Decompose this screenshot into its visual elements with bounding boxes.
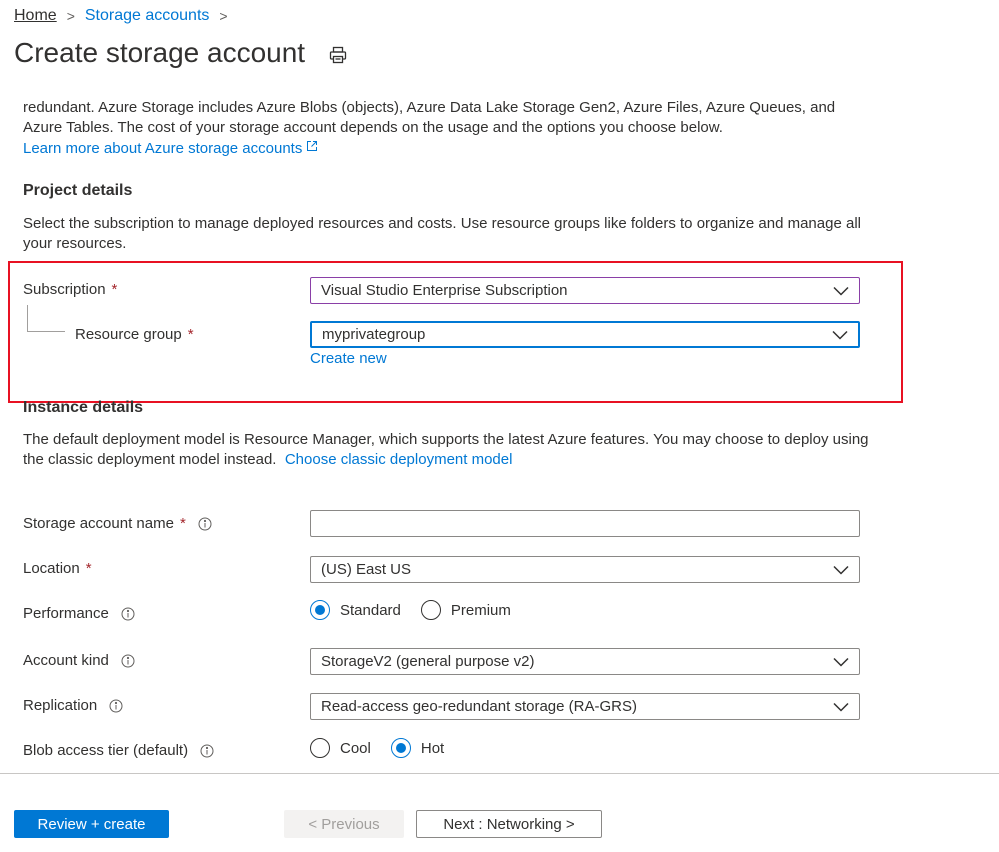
- chevron-down-icon: [833, 565, 849, 575]
- classic-deployment-link[interactable]: Choose classic deployment model: [285, 451, 513, 468]
- storage-name-input[interactable]: [310, 510, 860, 537]
- external-link-icon: [306, 138, 318, 151]
- subscription-label: Subscription *: [23, 281, 117, 298]
- breadcrumb-home-link[interactable]: Home: [14, 7, 57, 25]
- learn-more-label: Learn more about Azure storage accounts: [23, 140, 303, 157]
- info-icon[interactable]: [200, 744, 214, 758]
- required-asterisk: *: [85, 560, 92, 577]
- performance-radio-group: Standard Premium: [310, 600, 511, 620]
- review-create-button[interactable]: Review + create: [14, 810, 169, 838]
- info-icon[interactable]: [121, 654, 135, 668]
- chevron-down-icon: [832, 330, 848, 340]
- required-asterisk: *: [187, 326, 194, 343]
- previous-button[interactable]: < Previous: [284, 810, 404, 838]
- location-value: (US) East US: [321, 561, 412, 578]
- storage-name-label-text: Storage account name: [23, 515, 174, 532]
- access-tier-hot-option[interactable]: Hot: [390, 738, 445, 758]
- resource-group-dropdown[interactable]: myprivategroup: [310, 321, 860, 348]
- account-kind-label: Account kind: [23, 652, 135, 669]
- radio-checked[interactable]: [390, 738, 411, 758]
- learn-more-link[interactable]: Learn more about Azure storage accounts: [23, 140, 318, 157]
- resource-group-value: myprivategroup: [322, 326, 426, 343]
- required-asterisk: *: [111, 281, 118, 298]
- account-kind-dropdown[interactable]: StorageV2 (general purpose v2): [310, 648, 860, 675]
- replication-label: Replication: [23, 697, 123, 714]
- access-tier-label: Blob access tier (default): [23, 742, 214, 759]
- chevron-down-icon: [833, 286, 849, 296]
- location-label: Location *: [23, 560, 92, 577]
- intro-paragraph: redundant. Azure Storage includes Azure …: [23, 99, 836, 136]
- tree-connector: [27, 305, 65, 332]
- radio-unchecked[interactable]: [310, 738, 330, 758]
- instance-details-heading: Instance details: [23, 399, 144, 416]
- print-icon[interactable]: [329, 46, 347, 64]
- resource-group-label-text: Resource group: [75, 326, 182, 343]
- breadcrumb-chevron-icon: >: [66, 8, 75, 24]
- info-icon[interactable]: [198, 517, 212, 531]
- project-details-description: Select the subscription to manage deploy…: [23, 215, 861, 252]
- account-kind-value: StorageV2 (general purpose v2): [321, 653, 535, 670]
- account-kind-label-text: Account kind: [23, 652, 109, 669]
- subscription-value: Visual Studio Enterprise Subscription: [321, 282, 568, 299]
- intro-text: redundant. Azure Storage includes Azure …: [23, 98, 873, 159]
- subscription-label-text: Subscription: [23, 281, 106, 298]
- performance-label-text: Performance: [23, 605, 109, 622]
- location-label-text: Location: [23, 560, 80, 577]
- performance-premium-label: Premium: [450, 601, 511, 619]
- info-icon[interactable]: [121, 607, 135, 621]
- page-title: Create storage account: [14, 37, 306, 68]
- breadcrumb-chevron-icon: >: [219, 8, 228, 24]
- create-new-link[interactable]: Create new: [310, 350, 387, 367]
- instance-details-description: The default deployment model is Resource…: [23, 430, 873, 470]
- performance-label: Performance: [23, 605, 135, 622]
- breadcrumb: Home > Storage accounts >: [14, 7, 228, 25]
- location-dropdown[interactable]: (US) East US: [310, 556, 860, 583]
- resource-group-label: Resource group *: [75, 326, 194, 343]
- storage-name-label: Storage account name *: [23, 515, 212, 532]
- footer-divider: [0, 773, 999, 774]
- access-tier-label-text: Blob access tier (default): [23, 742, 189, 759]
- performance-standard-option[interactable]: Standard: [310, 600, 401, 620]
- replication-label-text: Replication: [23, 697, 98, 714]
- project-details-heading: Project details: [23, 182, 133, 199]
- access-tier-cool-label: Cool: [340, 739, 371, 757]
- subscription-dropdown[interactable]: Visual Studio Enterprise Subscription: [310, 277, 860, 304]
- replication-dropdown[interactable]: Read-access geo-redundant storage (RA-GR…: [310, 693, 860, 720]
- radio-checked[interactable]: [310, 600, 330, 620]
- chevron-down-icon: [833, 657, 849, 667]
- performance-premium-option[interactable]: Premium: [420, 600, 511, 620]
- performance-standard-label: Standard: [340, 601, 401, 619]
- access-tier-radio-group: Cool Hot: [310, 738, 444, 758]
- breadcrumb-storage-accounts-link[interactable]: Storage accounts: [85, 7, 210, 25]
- chevron-down-icon: [833, 702, 849, 712]
- next-networking-button[interactable]: Next : Networking >: [416, 810, 602, 838]
- info-icon[interactable]: [109, 699, 123, 713]
- replication-value: Read-access geo-redundant storage (RA-GR…: [321, 698, 637, 715]
- required-asterisk: *: [179, 515, 186, 532]
- radio-unchecked[interactable]: [420, 600, 441, 620]
- access-tier-cool-option[interactable]: Cool: [310, 738, 371, 758]
- access-tier-hot-label: Hot: [420, 739, 445, 757]
